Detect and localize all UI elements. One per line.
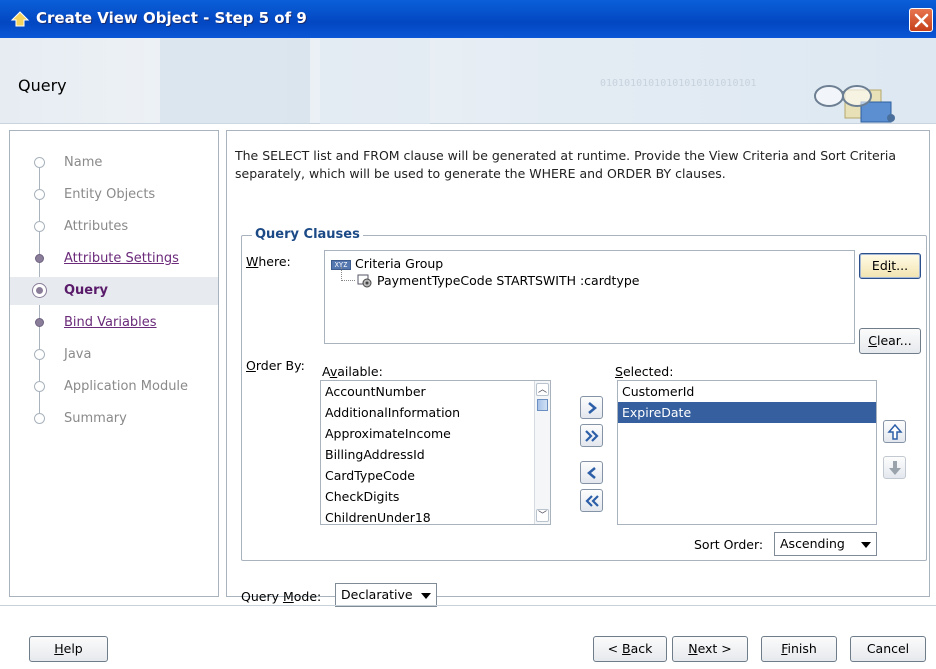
query-mode-label: Query Mode: bbox=[241, 589, 322, 604]
nav-step-label: Attributes bbox=[64, 219, 129, 234]
title-bar: Create View Object - Step 5 of 9 bbox=[0, 0, 936, 38]
nav-step-name: Name bbox=[10, 149, 218, 177]
query-mode-dropdown[interactable]: Declarative bbox=[335, 583, 437, 607]
scroll-thumb[interactable] bbox=[537, 399, 548, 411]
step-description: The SELECT list and FROM clause will be … bbox=[235, 148, 896, 181]
nav-step-attribute-settings[interactable]: Attribute Settings bbox=[10, 245, 218, 273]
list-item[interactable]: ApproximateIncome bbox=[321, 423, 550, 444]
chevron-down-icon bbox=[421, 593, 431, 599]
arrow-up-icon bbox=[887, 424, 903, 440]
nav-step-query[interactable]: Query bbox=[10, 277, 218, 305]
window-title: Create View Object - Step 5 of 9 bbox=[36, 9, 307, 27]
arrow-down-icon bbox=[889, 461, 901, 475]
cancel-button[interactable]: Cancel bbox=[850, 636, 926, 662]
list-item-selected[interactable]: ExpireDate bbox=[618, 402, 876, 423]
nav-step-label[interactable]: Bind Variables bbox=[64, 315, 157, 330]
step-dot-icon bbox=[34, 381, 45, 392]
tree-node-criteria-item[interactable]: PaymentTypeCode STARTSWITH :cardtype bbox=[357, 273, 639, 288]
query-clauses-group: Query Clauses Where: XYZ Criteria Group P… bbox=[241, 227, 927, 561]
step-dot-icon bbox=[34, 157, 45, 168]
nav-step-label: Name bbox=[64, 155, 103, 170]
wizard-header: 01010101010101010101010101 Query bbox=[0, 38, 936, 124]
scroll-up-icon[interactable]: ︿ bbox=[536, 383, 549, 396]
order-by-label: Order By: bbox=[246, 358, 305, 373]
double-chevron-left-icon bbox=[585, 495, 599, 507]
list-item[interactable]: AdditionalInformation bbox=[321, 402, 550, 423]
header-binary-decoration: 01010101010101010101010101 bbox=[600, 78, 757, 89]
available-list-scrollbar[interactable]: ︿ ﹀ bbox=[534, 381, 550, 524]
content-panel: The SELECT list and FROM clause will be … bbox=[226, 130, 930, 604]
move-up-button[interactable] bbox=[883, 420, 906, 443]
nav-step-label: Application Module bbox=[64, 379, 189, 394]
tree-connector bbox=[341, 267, 355, 281]
move-down-button[interactable] bbox=[883, 456, 906, 479]
step-dot-icon bbox=[34, 413, 45, 424]
move-all-left-button[interactable] bbox=[580, 489, 603, 512]
list-item[interactable]: CardTypeCode bbox=[321, 465, 550, 486]
double-chevron-right-icon bbox=[585, 430, 599, 442]
list-item[interactable]: AccountNumber bbox=[321, 381, 550, 402]
chevron-left-icon bbox=[587, 467, 596, 479]
move-right-button[interactable] bbox=[580, 396, 603, 419]
help-button[interactable]: Help bbox=[29, 636, 108, 662]
header-decoration-band bbox=[320, 38, 430, 124]
next-button[interactable]: Next > bbox=[672, 636, 748, 662]
sort-order-label: Sort Order: bbox=[694, 537, 764, 552]
nav-step-summary: Summary bbox=[10, 405, 218, 433]
nav-step-label: Summary bbox=[64, 411, 127, 426]
nav-step-bind-variables[interactable]: Bind Variables bbox=[10, 309, 218, 337]
list-item[interactable]: ChildrenUnder18 bbox=[321, 507, 550, 524]
nav-step-label[interactable]: Attribute Settings bbox=[64, 251, 179, 266]
step-dot-icon bbox=[34, 349, 45, 360]
selected-label: Selected: bbox=[615, 364, 674, 379]
available-label: Available: bbox=[322, 364, 383, 379]
back-button[interactable]: < Back bbox=[593, 636, 667, 662]
chevron-down-icon bbox=[861, 542, 871, 548]
available-attributes-list[interactable]: AccountNumber AdditionalInformation Appr… bbox=[320, 380, 551, 525]
footer-divider bbox=[0, 605, 936, 606]
step-dot-icon bbox=[35, 318, 44, 327]
step-dot-icon bbox=[35, 254, 44, 263]
step-dot-icon bbox=[34, 189, 45, 200]
scroll-down-icon[interactable]: ﹀ bbox=[536, 509, 549, 522]
nav-step-attributes: Attributes bbox=[10, 213, 218, 241]
edit-criteria-button[interactable]: Edit... bbox=[859, 253, 921, 279]
where-label: Where: bbox=[246, 254, 291, 269]
nav-step-java: Java bbox=[10, 341, 218, 369]
list-item[interactable]: CustomerId bbox=[618, 381, 876, 402]
nav-step-label: Query bbox=[64, 283, 109, 298]
where-criteria-tree[interactable]: XYZ Criteria Group PaymentTypeCode STARTS… bbox=[324, 250, 855, 344]
sort-order-value: Ascending bbox=[780, 536, 845, 551]
glasses-icon bbox=[814, 85, 895, 123]
clear-criteria-button[interactable]: Clear... bbox=[859, 328, 921, 354]
nav-step-entity-objects: Entity Objects bbox=[10, 181, 218, 209]
nav-step-label: Java bbox=[64, 347, 92, 362]
nav-step-application-module: Application Module bbox=[10, 373, 218, 401]
app-icon bbox=[10, 11, 30, 27]
step-dot-icon bbox=[34, 221, 45, 232]
list-item[interactable]: CheckDigits bbox=[321, 486, 550, 507]
selected-attributes-list[interactable]: CustomerId ExpireDate bbox=[617, 380, 877, 525]
close-icon bbox=[914, 13, 929, 28]
move-left-button[interactable] bbox=[580, 461, 603, 484]
header-decoration-band bbox=[160, 38, 310, 124]
criteria-item-icon bbox=[357, 274, 372, 288]
nav-step-label: Entity Objects bbox=[64, 187, 156, 202]
chevron-right-icon bbox=[588, 402, 597, 414]
close-button[interactable] bbox=[909, 8, 933, 32]
move-all-right-button[interactable] bbox=[580, 424, 603, 447]
query-mode-value: Declarative bbox=[341, 587, 413, 602]
list-item[interactable]: BillingAddressId bbox=[321, 444, 550, 465]
sort-order-dropdown[interactable]: Ascending bbox=[774, 532, 877, 556]
finish-button[interactable]: Finish bbox=[761, 636, 837, 662]
wizard-steps-nav: Name Entity Objects Attributes Attribute… bbox=[9, 130, 219, 597]
query-clauses-title: Query Clauses bbox=[252, 227, 363, 242]
current-step-icon bbox=[32, 283, 47, 298]
page-title: Query bbox=[18, 76, 67, 95]
